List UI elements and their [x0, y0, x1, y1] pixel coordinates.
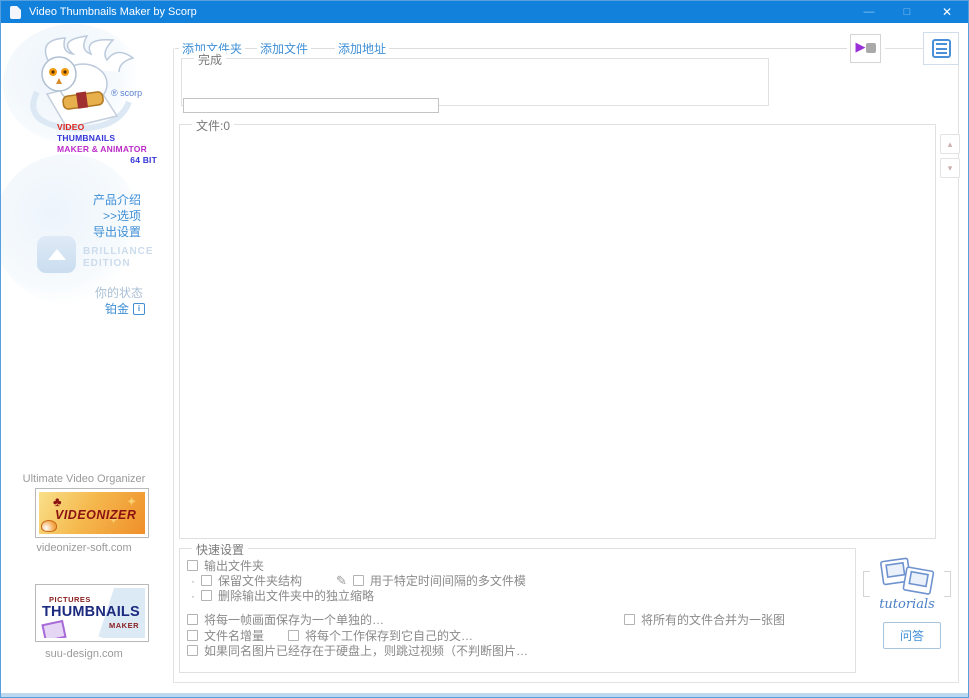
tutorials-label: tutorials	[879, 597, 935, 612]
checkbox-row-save-each-frame: 将每一帧画面保存为一个单独的…	[187, 611, 384, 628]
main-frame-top-border-segment	[885, 48, 923, 49]
maximize-button[interactable]: □	[888, 1, 926, 23]
output-folder-checkbox[interactable]	[187, 560, 198, 571]
skip-existing-image-checkbox[interactable]	[187, 645, 198, 656]
sidebar-item-product-info[interactable]: 产品介绍	[43, 192, 141, 208]
logo-line-thumbnails: THUMBNAILS	[57, 133, 157, 144]
bullet: ·	[191, 574, 195, 588]
title-bar: Video Thumbnails Maker by Scorp — □ ✕	[1, 1, 968, 23]
checkbox-row-delete-standalone: · 删除输出文件夹中的独立缩略	[191, 587, 374, 604]
palm-tree-icon: ♣	[53, 494, 62, 509]
move-down-button[interactable]: ▾	[940, 158, 960, 178]
move-up-button[interactable]: ▴	[940, 134, 960, 154]
down-arrow-icon: ▾	[948, 163, 953, 174]
checkbox-label[interactable]: 将所有的文件合并为一张图	[641, 611, 785, 628]
sidebar-item-options[interactable]: >>选项	[43, 208, 141, 224]
checkbox-label[interactable]: 将每一帧画面保存为一个单独的…	[204, 611, 384, 628]
logo-line-maker-animator: MAKER & ANIMATOR	[57, 144, 157, 155]
ptm-line-maker: MAKER	[109, 621, 139, 630]
window-bottom-edge	[1, 693, 968, 697]
keep-folder-structure-checkbox[interactable]	[201, 575, 212, 586]
hamburger-menu-icon	[932, 39, 951, 58]
multi-file-interval-checkbox[interactable]	[353, 575, 364, 586]
ptm-line-pictures: PICTURES	[49, 595, 91, 604]
toolbar: 添加文件夹 添加文件 添加地址	[175, 41, 847, 55]
suu-design-site-link[interactable]: suu-design.com	[3, 648, 165, 660]
main-frame-bottom-border	[173, 682, 959, 683]
eject-badge-icon	[37, 236, 76, 273]
checkbox-label[interactable]: 用于特定时间间隔的多文件模	[370, 572, 526, 589]
status-label: 你的状态	[59, 284, 143, 301]
filename-increment-checkbox[interactable]	[187, 630, 198, 641]
logo-line-video: VIDEO	[57, 122, 157, 133]
main-frame-left-border	[173, 48, 174, 682]
tutorials-photos-icon	[872, 557, 942, 601]
photo-icon	[41, 620, 66, 638]
minimize-button[interactable]: —	[850, 1, 888, 23]
up-arrow-icon: ▴	[948, 139, 953, 150]
promo-organizer-caption: Ultimate Video Organizer	[3, 473, 165, 485]
pictures-thumbnails-maker-banner[interactable]: PICTURES THUMBNAILS MAKER	[35, 584, 149, 642]
main-menu-button[interactable]	[923, 32, 959, 65]
delete-standalone-thumbs-checkbox[interactable]	[201, 590, 212, 601]
bullet: ·	[191, 589, 195, 603]
add-file-link[interactable]: 添加文件	[257, 40, 311, 57]
info-icon[interactable]: i	[133, 303, 145, 315]
progress-bar	[183, 98, 439, 113]
save-job-own-folder-checkbox[interactable]	[288, 630, 299, 641]
ptm-line-thumbnails: THUMBNAILS	[42, 604, 140, 620]
app-window: Video Thumbnails Maker by Scorp — □ ✕ ® …	[0, 0, 969, 698]
checkbox-label[interactable]: 如果同名图片已经存在于硬盘上，则跳过视频（不判断图片…	[204, 642, 528, 659]
window-title: Video Thumbnails Maker by Scorp	[29, 6, 197, 18]
file-list-area[interactable]	[184, 133, 931, 534]
files-group-label: 文件:0	[192, 117, 234, 134]
quick-settings-label: 快速设置	[192, 541, 248, 558]
videonizer-banner[interactable]: ✦ ✦ ♣ VIDEONIZER	[35, 488, 149, 538]
status-line: 铂金 i	[59, 300, 145, 317]
start-arrow-icon: ▶	[856, 42, 876, 56]
bracket-decoration	[863, 571, 870, 597]
videonizer-site-link[interactable]: videonizer-soft.com	[3, 542, 165, 554]
done-group-label: 完成	[194, 51, 226, 68]
checkbox-row-skip-existing: 如果同名图片已经存在于硬盘上，则跳过视频（不判断图片…	[187, 642, 528, 659]
save-each-frame-checkbox[interactable]	[187, 614, 198, 625]
videonizer-banner-text: VIDEONIZER	[55, 508, 136, 522]
app-text-logo: VIDEO THUMBNAILS MAKER & ANIMATOR 64 BIT	[57, 122, 157, 166]
window-controls: — □ ✕	[850, 1, 968, 23]
start-processing-button[interactable]: ▶	[850, 34, 881, 63]
scorp-brand-mark: ® scorp	[111, 88, 142, 98]
app-icon	[10, 6, 21, 19]
merge-all-files-checkbox[interactable]	[624, 614, 635, 625]
files-groupbox: 文件:0	[179, 124, 936, 539]
checkbox-row-merge-all: 将所有的文件合并为一张图	[624, 611, 785, 628]
owl-logo	[17, 32, 157, 132]
sidebar: ® scorp VIDEO THUMBNAILS MAKER & ANIMATO…	[3, 24, 171, 690]
close-button[interactable]: ✕	[926, 1, 968, 23]
logo-line-64bit: 64 BIT	[57, 155, 157, 166]
status-value-platinum[interactable]: 铂金	[105, 300, 129, 317]
qa-button[interactable]: 问答	[883, 622, 941, 649]
add-url-link[interactable]: 添加地址	[335, 40, 389, 57]
sidebar-nav: 产品介绍 >>选项 导出设置	[43, 192, 141, 240]
edition-watermark: BRILLIANCE EDITION	[83, 246, 154, 270]
tutorials-link[interactable]: tutorials	[863, 557, 951, 619]
qa-button-label: 问答	[900, 627, 924, 644]
bracket-decoration	[944, 571, 951, 597]
checkbox-label[interactable]: 删除输出文件夹中的独立缩略	[218, 587, 374, 604]
